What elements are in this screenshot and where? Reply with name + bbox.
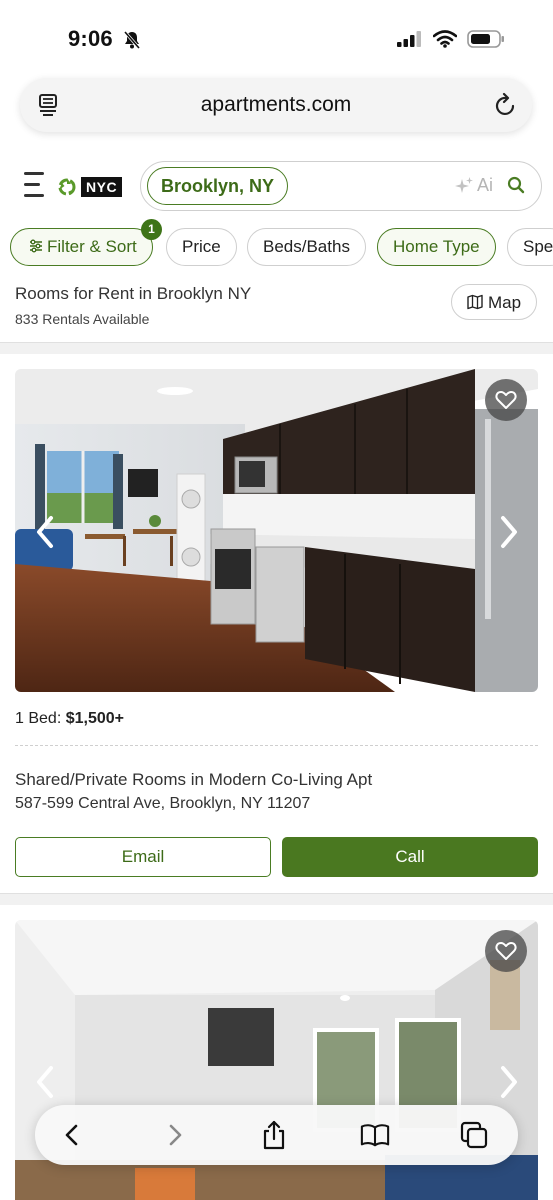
forward-button[interactable] (160, 1120, 190, 1150)
wifi-icon (433, 30, 457, 48)
bookmarks-button[interactable] (360, 1120, 390, 1150)
listing-price-prefix: 1 Bed: (15, 710, 62, 727)
photo-next-arrow-icon[interactable] (495, 1065, 521, 1099)
map-button-label: Map (487, 292, 522, 312)
specialties-pill[interactable]: Spe (507, 228, 553, 266)
price-pill-label: Price (182, 237, 221, 256)
share-icon (263, 1120, 285, 1150)
back-icon (65, 1124, 78, 1146)
listing-title[interactable]: Shared/Private Rooms in Modern Co-Living… (15, 770, 372, 790)
browser-toolbar (35, 1105, 518, 1165)
sliders-icon (30, 239, 42, 253)
photo-prev-arrow-icon[interactable] (33, 1065, 59, 1099)
bell-slash-icon (123, 31, 141, 49)
filter-bar: Filter & Sort Price Beds/Baths Home Type… (0, 228, 553, 268)
sparkle-icon (454, 176, 473, 193)
favorite-button[interactable] (485, 379, 527, 421)
listing-address: 587-599 Central Ave, Brooklyn, NY 11207 (15, 795, 311, 812)
beds-baths-pill-label: Beds/Baths (263, 237, 350, 256)
filter-sort-label: Filter & Sort (47, 237, 137, 256)
listing-photo[interactable] (15, 369, 538, 692)
tabs-button[interactable] (459, 1120, 489, 1150)
section-divider (0, 893, 553, 905)
status-time: 9:06 (68, 26, 113, 51)
listing-divider (15, 745, 538, 746)
favorite-button[interactable] (485, 930, 527, 972)
specialties-pill-label: Spe (523, 237, 553, 256)
kitchen-photo (15, 369, 538, 692)
map-button[interactable]: Map (451, 284, 537, 320)
hamburger-menu-icon[interactable] (24, 172, 48, 200)
call-button[interactable]: Call (282, 837, 538, 877)
listing-price: 1 Bed: $1,500+ (15, 710, 124, 728)
logo-text: NYC (81, 177, 123, 197)
status-bar: 9:06 (0, 0, 553, 70)
search-icon[interactable] (507, 176, 525, 194)
results-title: Rooms for Rent in Brooklyn NY (15, 284, 252, 303)
heart-icon (495, 391, 517, 409)
share-button[interactable] (259, 1120, 289, 1150)
photo-next-arrow-icon[interactable] (495, 515, 521, 549)
reload-icon[interactable] (494, 92, 518, 118)
results-count: 833 Rentals Available (15, 311, 150, 327)
section-divider (0, 342, 553, 354)
beds-baths-pill[interactable]: Beds/Baths (247, 228, 366, 266)
filter-sort-pill[interactable]: Filter & Sort (10, 228, 153, 266)
url-text[interactable]: apartments.com (20, 93, 532, 117)
photo-prev-arrow-icon[interactable] (33, 515, 59, 549)
ai-label: Ai (476, 175, 493, 195)
address-bar[interactable]: apartments.com (20, 78, 532, 132)
home-type-pill-label: Home Type (393, 237, 480, 256)
location-chip[interactable]: Brooklyn, NY (147, 167, 289, 205)
map-icon (467, 294, 483, 310)
email-button[interactable]: Email (15, 837, 271, 877)
nyc-logo[interactable]: NYC (56, 176, 123, 198)
price-pill[interactable]: Price (166, 228, 237, 266)
battery-icon (467, 30, 504, 48)
recycle-logo-icon (58, 178, 76, 196)
tabs-icon (460, 1121, 488, 1149)
listing-price-value: $1,500+ (65, 710, 124, 727)
filter-count-badge: 1 (141, 219, 162, 240)
heart-icon (495, 942, 517, 960)
forward-icon (169, 1124, 182, 1146)
search-bar[interactable]: Brooklyn, NY Ai (140, 161, 542, 211)
ai-search-button[interactable]: Ai (454, 175, 493, 196)
bookmarks-icon (360, 1124, 390, 1147)
app-header: NYC Brooklyn, NY Ai (0, 150, 553, 225)
cellular-signal-icon (397, 31, 421, 47)
back-button[interactable] (57, 1120, 87, 1150)
home-type-pill[interactable]: Home Type (377, 228, 496, 266)
